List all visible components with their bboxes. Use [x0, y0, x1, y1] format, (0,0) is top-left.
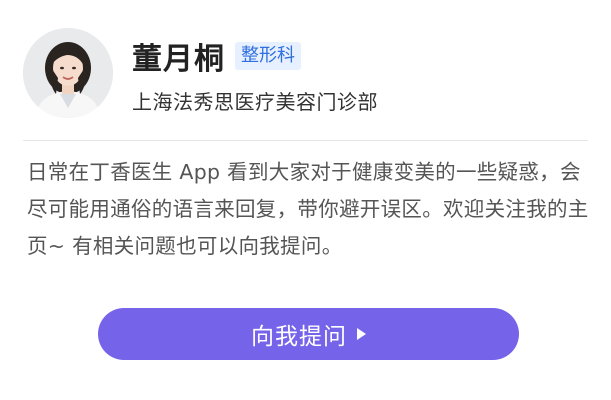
department-badge: 整形科	[235, 42, 301, 70]
ask-question-button[interactable]: 向我提问	[98, 308, 519, 360]
doctor-card: 董月桐 整形科 上海法秀思医疗美容门诊部 日常在丁香医生 App 看到大家对于健…	[0, 0, 611, 400]
name-row: 董月桐 整形科	[132, 36, 301, 77]
divider	[23, 140, 588, 141]
doctor-portrait-icon	[23, 28, 113, 118]
hospital-name: 上海法秀思医疗美容门诊部	[132, 90, 378, 114]
play-arrow-icon	[357, 328, 366, 340]
doctor-intro: 日常在丁香医生 App 看到大家对于健康变美的一些疑惑，会尽可能用通俗的语言来回…	[27, 160, 589, 258]
doctor-name: 董月桐	[132, 42, 225, 77]
avatar[interactable]	[23, 28, 113, 118]
ask-question-label: 向我提问	[251, 324, 347, 350]
